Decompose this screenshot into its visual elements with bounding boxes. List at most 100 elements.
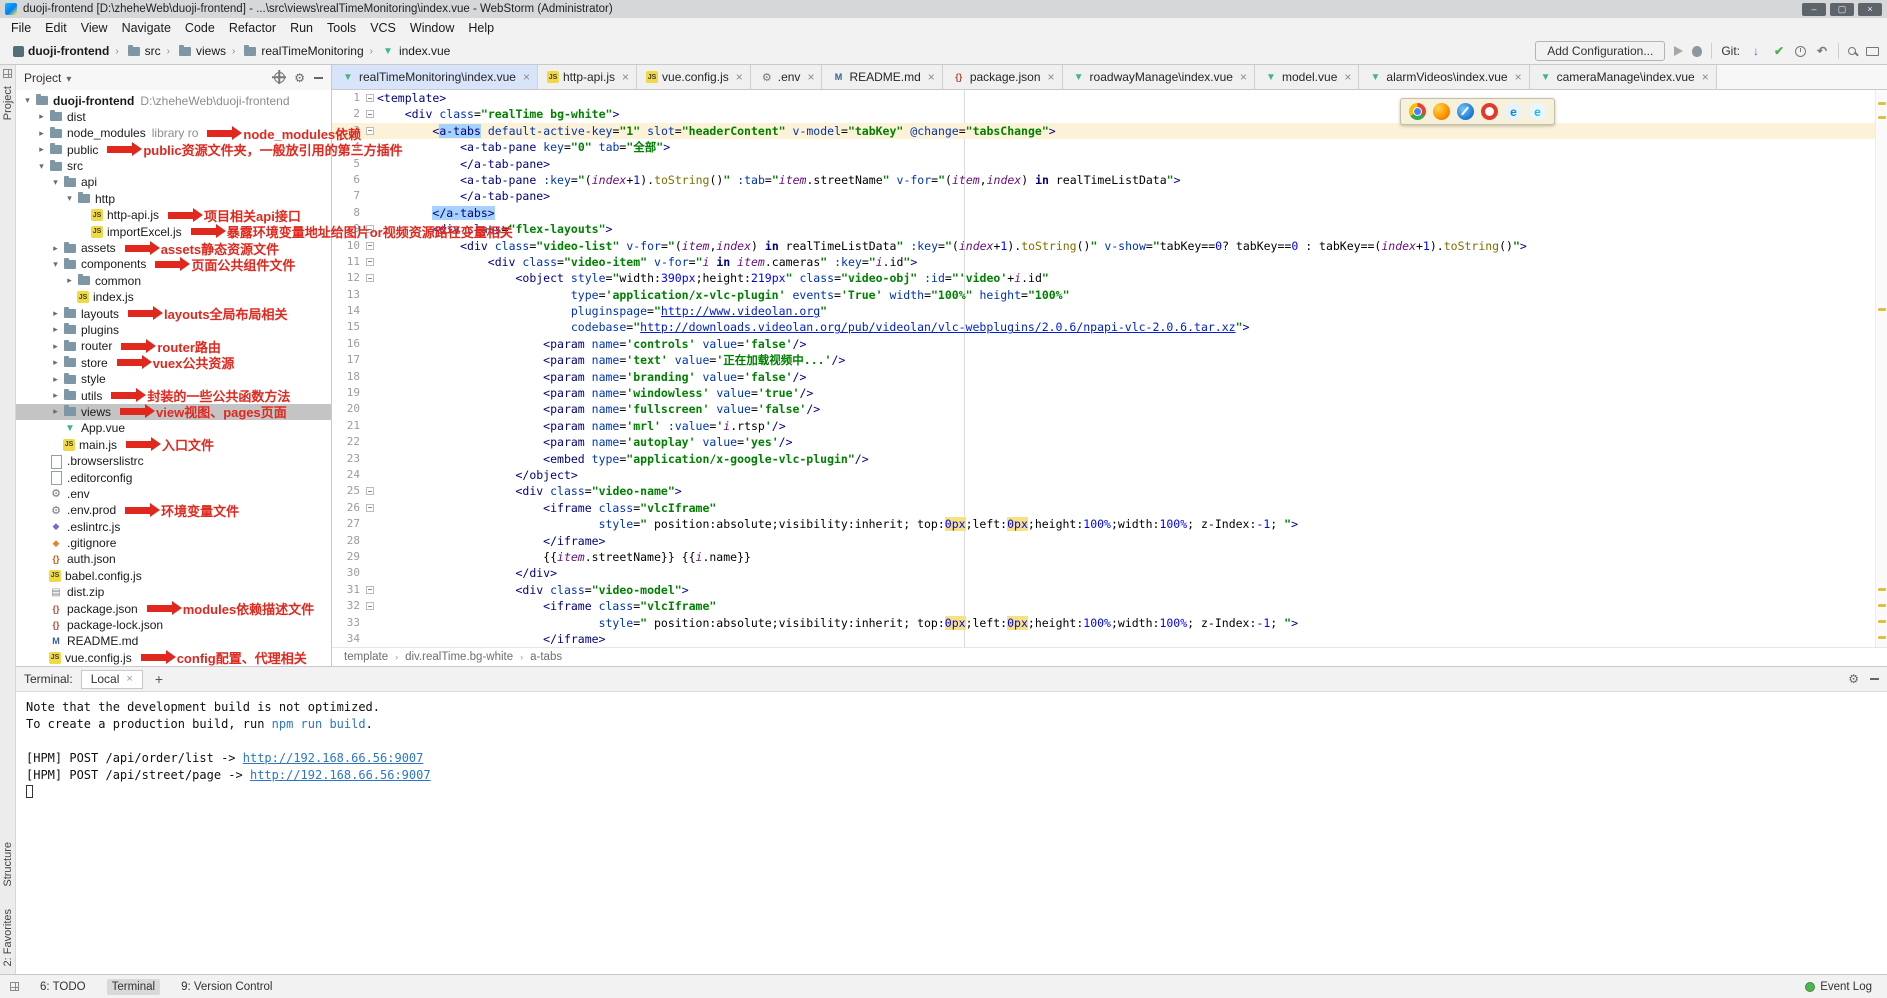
- chevron-down-icon[interactable]: ▾: [64, 193, 75, 204]
- editor-tab-vue.config.js[interactable]: JSvue.config.js×: [637, 65, 751, 89]
- opera-icon[interactable]: [1481, 103, 1498, 120]
- close-tab-icon[interactable]: ×: [736, 70, 743, 84]
- fold-icon[interactable]: [366, 94, 374, 102]
- close-button[interactable]: [1858, 3, 1882, 16]
- tree-item-.eslintrc.js[interactable]: ◆.eslintrc.js: [16, 518, 331, 534]
- fold-icon[interactable]: [366, 602, 374, 610]
- tree-item-views[interactable]: ▸viewsview视图、pages页面: [16, 404, 331, 420]
- bug-icon[interactable]: [1692, 46, 1702, 57]
- stripe-mark[interactable]: [1878, 620, 1886, 623]
- tree-item-assets[interactable]: ▸assetsassets静态资源文件: [16, 240, 331, 256]
- chevron-down-icon[interactable]: ▾: [50, 177, 61, 188]
- editor-tab-readme.md[interactable]: MREADME.md×: [822, 65, 942, 89]
- tree-item-http[interactable]: ▾http: [16, 191, 331, 207]
- chevron-down-icon[interactable]: ▾: [36, 161, 47, 172]
- close-tab-icon[interactable]: ×: [928, 70, 935, 84]
- close-tab-icon[interactable]: ×: [622, 70, 629, 84]
- code-line-4[interactable]: 4 <a-tab-pane key="0" tab="全部">: [332, 139, 1887, 155]
- tree-item-router[interactable]: ▸routerrouter路由: [16, 338, 331, 354]
- tree-item-vue.config.js[interactable]: JSvue.config.jsconfig配置、代理相关: [16, 650, 331, 666]
- tree-item-store[interactable]: ▸storevuex公共资源: [16, 355, 331, 371]
- code-line-26[interactable]: 26 <iframe class="vlcIframe": [332, 500, 1887, 516]
- fold-icon[interactable]: [366, 487, 374, 495]
- tree-item-dist.zip[interactable]: ▤dist.zip: [16, 584, 331, 600]
- stripe-mark[interactable]: [1878, 636, 1886, 639]
- tree-item-plugins[interactable]: ▸plugins: [16, 322, 331, 338]
- code-line-25[interactable]: 25 <div class="video-name">: [332, 483, 1887, 499]
- project-tool-button[interactable]: Project: [2, 86, 14, 120]
- tree-item-app.vue[interactable]: ▼App.vue: [16, 420, 331, 436]
- code-line-21[interactable]: 21 <param name='mrl' :value='i.rtsp'/>: [332, 418, 1887, 434]
- status-item-terminal[interactable]: Terminal: [107, 979, 160, 995]
- terminal-settings-icon[interactable]: [1848, 672, 1859, 686]
- menu-refactor[interactable]: Refactor: [222, 21, 283, 35]
- menu-view[interactable]: View: [74, 21, 115, 35]
- tree-item-.env.prod[interactable]: ⚙.env.prod环境变量文件: [16, 502, 331, 518]
- status-item-event-log[interactable]: Event Log: [1800, 979, 1877, 995]
- code-line-33[interactable]: 33 style=" position:absolute;visibility:…: [332, 615, 1887, 631]
- status-item-9-version-control[interactable]: 9: Version Control: [176, 979, 277, 995]
- terminal-hide-icon[interactable]: [1870, 678, 1879, 680]
- close-tab-icon[interactable]: ×: [1702, 70, 1709, 84]
- tree-item-readme.md[interactable]: MREADME.md: [16, 633, 331, 649]
- chevron-right-icon[interactable]: ▸: [50, 324, 61, 335]
- tree-item-style[interactable]: ▸style: [16, 371, 331, 387]
- chevron-right-icon[interactable]: ▸: [50, 308, 61, 319]
- code-line-34[interactable]: 34 </iframe>: [332, 631, 1887, 647]
- terminal-tab-local[interactable]: Local ×: [81, 670, 143, 689]
- code-line-18[interactable]: 18 <param name='branding' value='false'/…: [332, 369, 1887, 385]
- safari-icon[interactable]: [1457, 103, 1474, 120]
- editor-tab-http-api.js[interactable]: JShttp-api.js×: [538, 65, 637, 89]
- code-line-8[interactable]: 8 </a-tabs>: [332, 205, 1887, 221]
- tool-window-switcher-icon[interactable]: [3, 69, 12, 78]
- stripe-mark[interactable]: [1878, 308, 1886, 311]
- tree-item-package-lock.json[interactable]: {}package-lock.json: [16, 617, 331, 633]
- code-line-23[interactable]: 23 <embed type="application/x-google-vlc…: [332, 451, 1887, 467]
- stripe-mark[interactable]: [1878, 116, 1886, 119]
- tree-item-index.js[interactable]: JSindex.js: [16, 289, 331, 305]
- hide-panel-icon[interactable]: [314, 77, 323, 79]
- code-line-14[interactable]: 14 pluginspage="http://www.videolan.org": [332, 303, 1887, 319]
- chevron-right-icon[interactable]: ▸: [50, 341, 61, 352]
- code-line-16[interactable]: 16 <param name='controls' value='false'/…: [332, 336, 1887, 352]
- fold-icon[interactable]: [366, 258, 374, 266]
- editor-tab-roadwaymanage-index.vue[interactable]: ▼roadwayManage\index.vue×: [1063, 65, 1255, 89]
- terminal-output[interactable]: Note that the development build is not o…: [16, 692, 1887, 974]
- edge-icon[interactable]: e: [1505, 103, 1522, 120]
- menu-run[interactable]: Run: [283, 21, 320, 35]
- menu-navigate[interactable]: Navigate: [115, 21, 178, 35]
- close-tab-icon[interactable]: ×: [1515, 70, 1522, 84]
- code-line-27[interactable]: 27 style=" position:absolute;visibility:…: [332, 516, 1887, 532]
- editor-tab-alarmvideos-index.vue[interactable]: ▼alarmVideos\index.vue×: [1359, 65, 1529, 89]
- add-configuration-button[interactable]: Add Configuration...: [1535, 41, 1665, 61]
- code-line-15[interactable]: 15 codebase="http://downloads.videolan.o…: [332, 319, 1887, 335]
- tree-item-.editorconfig[interactable]: .editorconfig: [16, 469, 331, 485]
- code-line-22[interactable]: 22 <param name='autoplay' value='yes'/>: [332, 434, 1887, 450]
- tree-item-dist[interactable]: ▸dist: [16, 109, 331, 125]
- commit-icon[interactable]: ✔: [1772, 44, 1786, 58]
- tree-item-node_modules[interactable]: ▸node_moduleslibrary ronode_modules依赖: [16, 125, 331, 141]
- tool-button-structure[interactable]: Structure: [2, 842, 14, 887]
- screen-icon[interactable]: [1866, 47, 1879, 56]
- tree-item-api[interactable]: ▾api: [16, 174, 331, 190]
- chevron-down-icon[interactable]: ▾: [22, 95, 33, 106]
- chevron-down-icon[interactable]: [66, 71, 71, 85]
- menu-code[interactable]: Code: [178, 21, 222, 35]
- menu-window[interactable]: Window: [403, 21, 461, 35]
- code-line-29[interactable]: 29 {{item.streetName}} {{i.name}}: [332, 549, 1887, 565]
- code-line-17[interactable]: 17 <param name='text' value='正在加载视频中...'…: [332, 352, 1887, 368]
- tree-item-.env[interactable]: ⚙.env: [16, 486, 331, 502]
- gear-icon[interactable]: [294, 71, 305, 85]
- close-tab-icon[interactable]: ×: [1344, 70, 1351, 84]
- fold-icon[interactable]: [366, 274, 374, 282]
- editor-breadcrumb-template[interactable]: template: [344, 651, 388, 663]
- tree-item-package.json[interactable]: {}package.jsonmodules依赖描述文件: [16, 600, 331, 616]
- tree-item-http-api.js[interactable]: JShttp-api.js项目相关api接口: [16, 207, 331, 223]
- firefox-icon[interactable]: [1433, 103, 1450, 120]
- locate-file-icon[interactable]: [274, 72, 285, 83]
- code-line-10[interactable]: 10 <div class="video-list" v-for="(item,…: [332, 238, 1887, 254]
- menu-edit[interactable]: Edit: [38, 21, 74, 35]
- close-tab-icon[interactable]: ×: [1240, 70, 1247, 84]
- tree-item-importexcel.js[interactable]: JSimportExcel.js暴露环境变量地址给图片or视频资源路径变量相关: [16, 223, 331, 239]
- chevron-right-icon[interactable]: ▸: [36, 144, 47, 155]
